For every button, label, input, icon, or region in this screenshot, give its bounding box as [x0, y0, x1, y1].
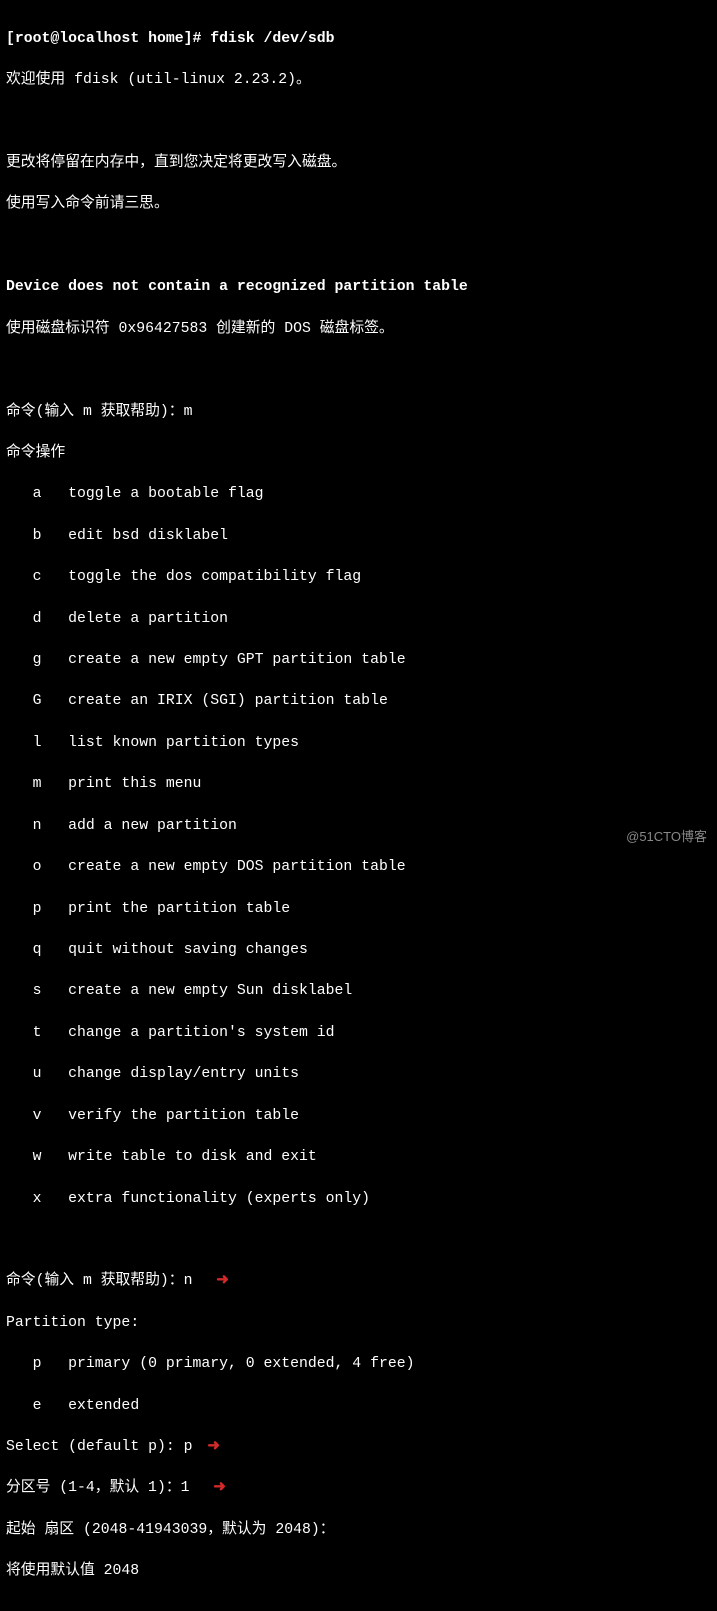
menu-item-a: a toggle a bootable flag [6, 484, 711, 505]
menu-item-q: q quit without saving changes [6, 940, 711, 961]
menu-item-n: n add a new partition [6, 816, 711, 837]
welcome-line: 欢迎使用 fdisk (util-linux 2.23.2)。 [6, 70, 711, 91]
blank-line [6, 112, 711, 133]
arrow-icon: ➜ [207, 1437, 219, 1458]
command-prompt-n: 命令(输入 m 获取帮助)：n [6, 1273, 210, 1289]
notice-line-2: 使用写入命令前请三思。 [6, 194, 711, 215]
watermark-text: @51CTO博客 [626, 828, 707, 846]
menu-item-d: d delete a partition [6, 609, 711, 630]
menu-item-p: p print the partition table [6, 899, 711, 920]
menu-item-v: v verify the partition table [6, 1106, 711, 1127]
dos-label-line: 使用磁盘标识符 0x96427583 创建新的 DOS 磁盘标签。 [6, 319, 711, 340]
menu-item-b: b edit bsd disklabel [6, 526, 711, 547]
partition-number-line: 分区号 (1-4，默认 1)：1 ➜ [6, 1478, 711, 1499]
menu-item-l: l list known partition types [6, 733, 711, 754]
select-default-line: Select (default p): p ➜ [6, 1437, 711, 1458]
blank-line [6, 360, 711, 381]
start-sector-line: 起始 扇区 (2048-41943039，默认为 2048)： [6, 1520, 711, 1541]
command-prompt-n-line: 命令(输入 m 获取帮助)：n ➜ [6, 1271, 711, 1292]
partition-number-text: 分区号 (1-4，默认 1)：1 [6, 1480, 207, 1496]
menu-item-G: G create an IRIX (SGI) partition table [6, 691, 711, 712]
partition-type-header: Partition type: [6, 1313, 711, 1334]
ptype-primary: p primary (0 primary, 0 extended, 4 free… [6, 1354, 711, 1375]
no-partition-table-line: Device does not contain a recognized par… [6, 277, 711, 298]
arrow-icon: ➜ [213, 1478, 225, 1499]
menu-item-c: c toggle the dos compatibility flag [6, 567, 711, 588]
command-menu-header: 命令操作 [6, 443, 711, 464]
menu-item-s: s create a new empty Sun disklabel [6, 981, 711, 1002]
shell-prompt-line: [root@localhost home]# fdisk /dev/sdb [6, 29, 711, 50]
default-used-line: 将使用默认值 2048 [6, 1561, 711, 1582]
menu-item-x: x extra functionality (experts only) [6, 1189, 711, 1210]
select-default-text: Select (default p): p [6, 1439, 201, 1455]
menu-item-m: m print this menu [6, 774, 711, 795]
blank-line [6, 236, 711, 257]
menu-item-w: w write table to disk and exit [6, 1147, 711, 1168]
blank-line [6, 1230, 711, 1251]
notice-line-1: 更改将停留在内存中，直到您决定将更改写入磁盘。 [6, 153, 711, 174]
menu-item-g: g create a new empty GPT partition table [6, 650, 711, 671]
arrow-icon: ➜ [216, 1271, 228, 1292]
menu-item-o: o create a new empty DOS partition table [6, 857, 711, 878]
menu-item-t: t change a partition's system id [6, 1023, 711, 1044]
menu-item-u: u change display/entry units [6, 1064, 711, 1085]
ptype-extended: e extended [6, 1396, 711, 1417]
command-prompt-m: 命令(输入 m 获取帮助)：m [6, 402, 711, 423]
terminal-output[interactable]: [root@localhost home]# fdisk /dev/sdb 欢迎… [0, 0, 717, 1611]
